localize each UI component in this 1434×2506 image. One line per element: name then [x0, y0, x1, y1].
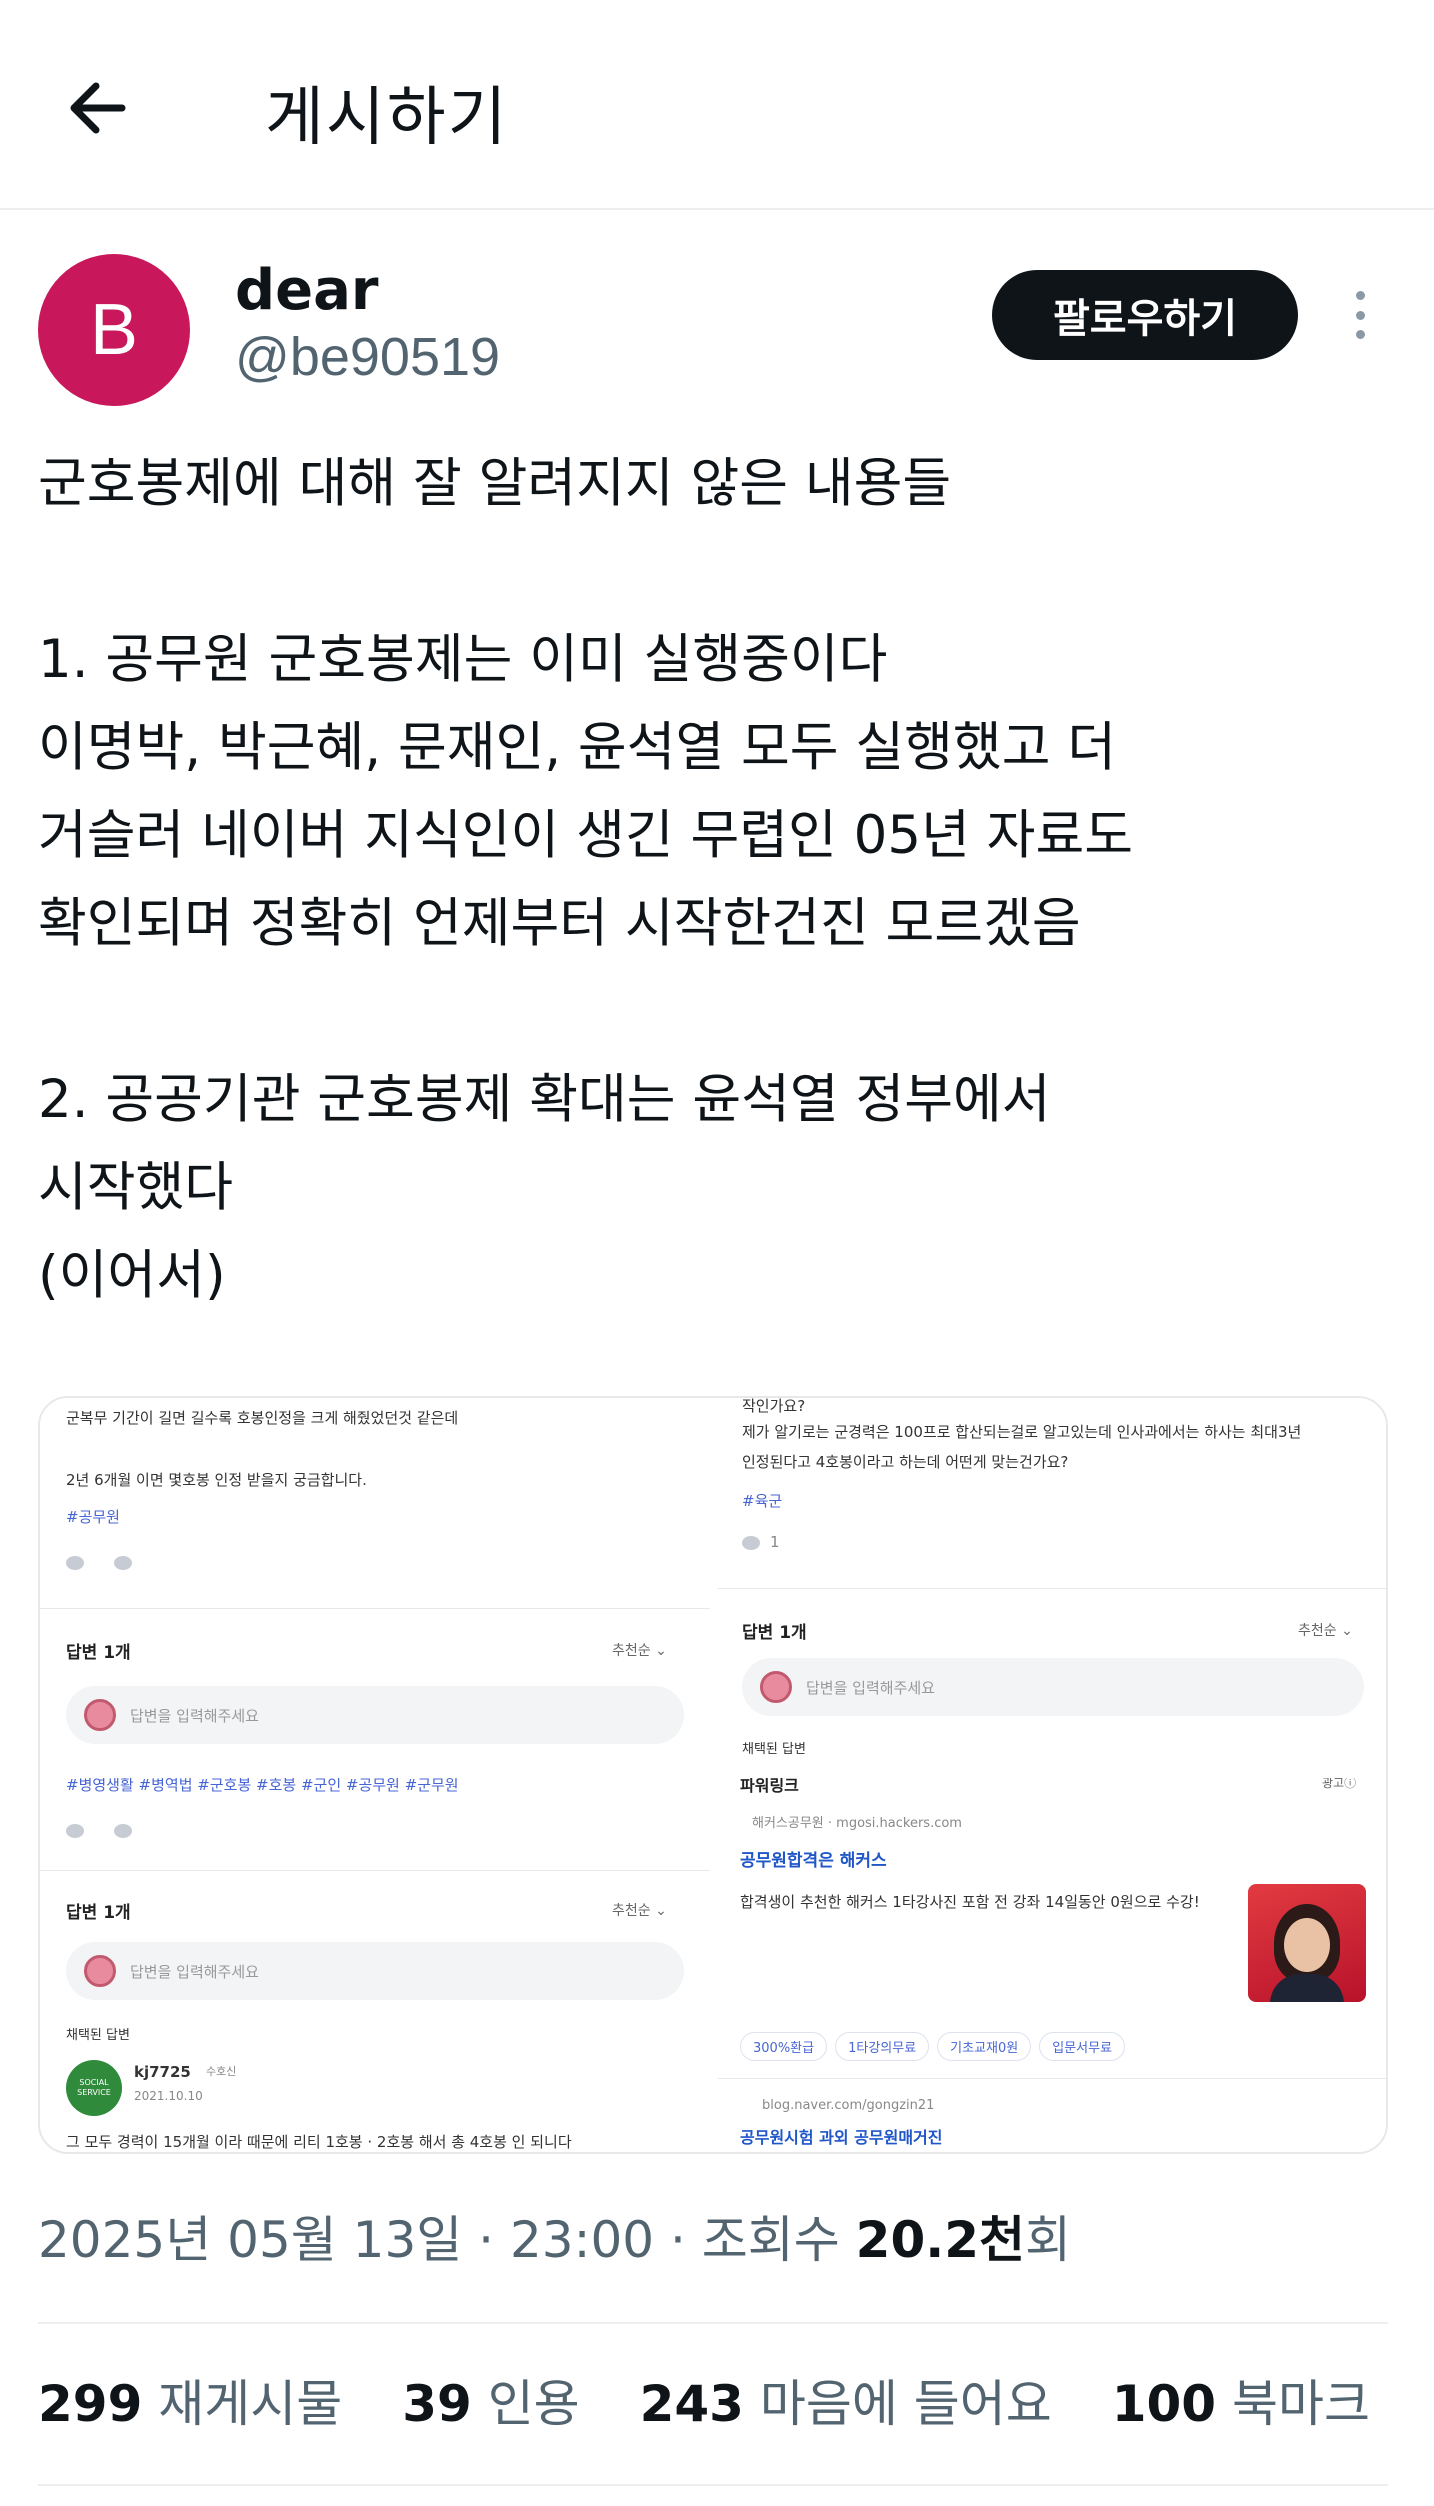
- likes-stat[interactable]: 243 마음에 들어요: [640, 2375, 1052, 2433]
- back-button[interactable]: [62, 70, 138, 146]
- sort-dropdown: 추천순 ⌄: [612, 1903, 667, 1919]
- avatar[interactable]: B: [38, 254, 190, 406]
- ad-chip: 기초교재0원: [937, 2032, 1032, 2061]
- user-avatar-icon: [760, 1671, 792, 1703]
- media-grid[interactable]: 군복무 기간이 길면 길수록 호봉인정을 크게 해줬었던것 같은데 2년 6개월…: [38, 1396, 1388, 2154]
- ad-chip: 1타강의무료: [835, 2032, 930, 2061]
- post-date: 2025년 05월 13일: [38, 2211, 463, 2269]
- ad-photo: [1248, 1884, 1366, 2002]
- divider: [38, 2484, 1388, 2486]
- share-icon: [114, 1824, 132, 1838]
- question-text: 제가 알기로는 군경력은 100프로 합산되는걸로 알고있는데 인사과에서는 하…: [742, 1423, 1302, 1441]
- sort-dropdown: 추천순 ⌄: [612, 1643, 667, 1659]
- bookmarks-stat[interactable]: 100 북마크: [1112, 2375, 1370, 2433]
- post-text-line: 2. 공공기관 군호봉제 확대는 윤석열 정부에서: [38, 1069, 1051, 1130]
- hashtags: #병영생활 #병역법 #군호봉 #호봉 #군인 #공무원 #군무원: [66, 1778, 459, 1794]
- divider: [38, 2322, 1388, 2324]
- ad-source: 해커스공무원 · mgosi.hackers.com: [752, 1816, 962, 1831]
- share-icon: [114, 1556, 132, 1570]
- user-avatar-icon: [84, 1955, 116, 1987]
- social-service-badge: SOCIAL SERVICE: [66, 2060, 122, 2116]
- ad-chip: 300%환급: [740, 2032, 828, 2061]
- comment-icon: [742, 1536, 760, 1550]
- user-badge: 수호신: [206, 2065, 237, 2078]
- hashtag: #공무원: [66, 1508, 120, 1526]
- reply-input: 답변을 입력해주세요: [742, 1658, 1364, 1716]
- chosen-answer-label: 채택된 답변: [66, 2028, 130, 2043]
- ad-label: 광고ⓘ: [1322, 1778, 1357, 1790]
- ad-title: 공무원시험 과외 공무원매거진: [740, 2128, 943, 2147]
- arrow-left-icon: [70, 82, 126, 134]
- question-text: 군복무 기간이 길면 길수록 호봉인정을 크게 해줬었던것 같은데: [66, 1409, 459, 1427]
- post-text-line: [38, 968, 1398, 1056]
- post-time: 23:00: [509, 2211, 655, 2269]
- post-text-line: 거슬러 네이버 지식인이 생긴 무렵인 05년 자료도: [38, 805, 1133, 866]
- post-text-line: (이어서): [38, 1245, 226, 1306]
- author-handle[interactable]: @be90519: [235, 326, 500, 388]
- question-text: 2년 6개월 이면 몇호봉 인정 받을지 궁금합니다.: [66, 1471, 367, 1489]
- follow-button[interactable]: 팔로우하기: [992, 270, 1298, 360]
- media-image-2[interactable]: 작인가요? 제가 알기로는 군경력은 100프로 합산되는걸로 알고있는데 인사…: [718, 1398, 1386, 1770]
- post-text-line: [38, 528, 1398, 616]
- more-options-button[interactable]: [1340, 285, 1380, 345]
- media-image-4[interactable]: 파워링크 광고ⓘ 해커스공무원 · mgosi.hackers.com 공무원합…: [718, 1778, 1386, 2152]
- answers-count: 답변 1개: [66, 1643, 131, 1663]
- post-stats: 299 재게시물 39 인용 243 마음에 들어요 100 북마크: [38, 2364, 1414, 2436]
- more-dots-icon: [1355, 291, 1365, 300]
- answer-date: 2021.10.10: [134, 2089, 203, 2103]
- comment-count: 1: [770, 1533, 780, 1551]
- media-image-3[interactable]: #병영생활 #병역법 #군호봉 #호봉 #군인 #공무원 #군무원 답변 1개 …: [40, 1778, 710, 2152]
- question-text: 작인가요?: [742, 1398, 806, 1415]
- ad-chips: 300%환급 1타강의무료 기초교재0원 입문서무료: [740, 2032, 1133, 2061]
- comment-icon: [66, 1556, 84, 1570]
- ad-description: 합격생이 추천한 해커스 1타강사진 포함 전 강좌 14일동안 0원으로 수강…: [740, 1893, 1200, 1911]
- question-text: 인정된다고 4호봉이라고 하는데 어떤게 맞는건가요?: [742, 1453, 1069, 1471]
- answer-text: 그 모두 경력이 15개월 이라 때문에 리티 1호봉 · 2호봉 해서 총 4…: [66, 2133, 572, 2151]
- hashtag: #육군: [742, 1492, 783, 1510]
- post-text: 군호봉제에 대해 잘 알려지지 않은 내용들 1. 공무원 군호봉제는 이미 실행…: [38, 440, 1398, 1320]
- user-avatar-icon: [84, 1699, 116, 1731]
- post-text-line: 군호봉제에 대해 잘 알려지지 않은 내용들: [38, 453, 952, 514]
- post-text-line: 시작했다: [38, 1157, 234, 1218]
- ad-chip: 입문서무료: [1039, 2032, 1126, 2061]
- answers-count: 답변 1개: [742, 1623, 807, 1643]
- post-text-line: 1. 공무원 군호봉제는 이미 실행중이다: [38, 629, 888, 690]
- answers-count: 답변 1개: [66, 1903, 131, 1923]
- ad-title: 공무원합격은 해커스: [740, 1851, 887, 1871]
- sort-dropdown: 추천순 ⌄: [1298, 1623, 1353, 1639]
- reposts-stat[interactable]: 299 재게시물: [38, 2375, 342, 2433]
- reply-input: 답변을 입력해주세요: [66, 1942, 684, 2000]
- views-label: 조회수: [701, 2211, 856, 2269]
- post-text-line: 이명박, 박근혜, 문재인, 윤석열 모두 실행했고 더: [38, 717, 1117, 778]
- reply-input: 답변을 입력해주세요: [66, 1686, 684, 1744]
- media-image-1[interactable]: 군복무 기간이 길면 길수록 호봉인정을 크게 해줬었던것 같은데 2년 6개월…: [40, 1398, 710, 1770]
- comment-icon: [66, 1824, 84, 1838]
- ad-source: blog.naver.com/gongzin21: [762, 2098, 935, 2113]
- top-bar: 게시하기: [0, 0, 1434, 210]
- power-link-header: 파워링크: [740, 1778, 799, 1795]
- views-count: 20.2천: [855, 2211, 1026, 2269]
- post-text-line: 확인되며 정확히 언제부터 시작한건진 모르겠음: [38, 893, 1081, 954]
- author-name[interactable]: dear: [235, 258, 378, 323]
- post-meta: 2025년 05월 13일 · 23:00 · 조회수 20.2천회: [38, 2211, 1072, 2269]
- page-title: 게시하기: [265, 81, 509, 155]
- quotes-stat[interactable]: 39 인용: [402, 2375, 580, 2433]
- chosen-answer-label: 채택된 답변: [742, 1742, 806, 1757]
